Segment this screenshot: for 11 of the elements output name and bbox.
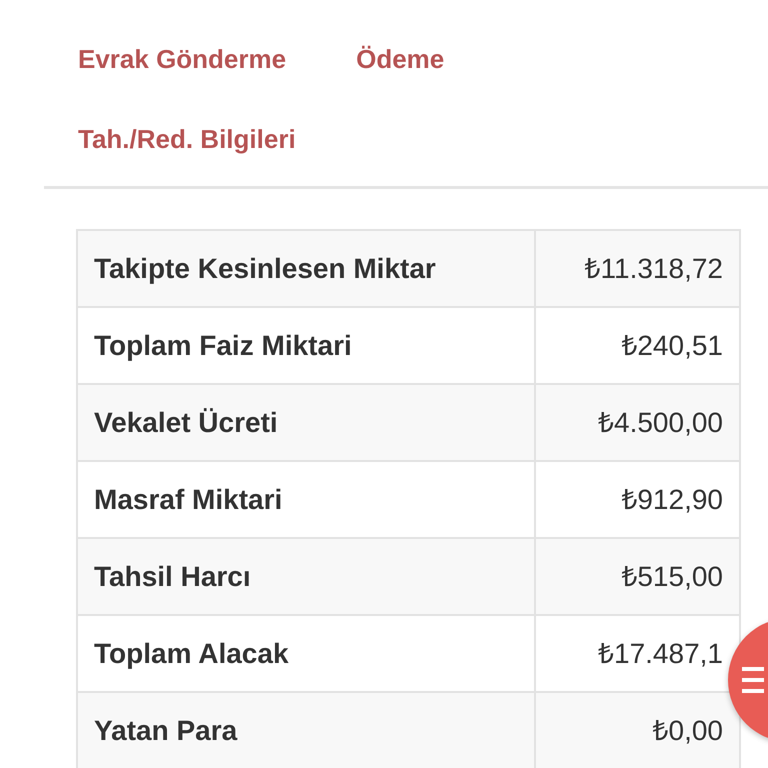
- amount-value: ₺11.318,72: [535, 230, 740, 307]
- tab[interactable]: Tah./Red. Bilgileri: [78, 112, 296, 168]
- row-label: Takipte Kesinlesen Miktar: [77, 230, 535, 307]
- tab[interactable]: Evrak Gönderme: [78, 32, 286, 112]
- amount-value: ₺515,00: [535, 538, 740, 615]
- amount-value: ₺0,00: [535, 692, 740, 768]
- row-label: Tahsil Harcı: [77, 538, 535, 615]
- row-label: Vekalet Ücreti: [77, 384, 535, 461]
- tab[interactable]: Ödeme: [356, 32, 444, 112]
- amount-value: ₺4.500,00: [535, 384, 740, 461]
- row-label: Yatan Para: [77, 692, 535, 768]
